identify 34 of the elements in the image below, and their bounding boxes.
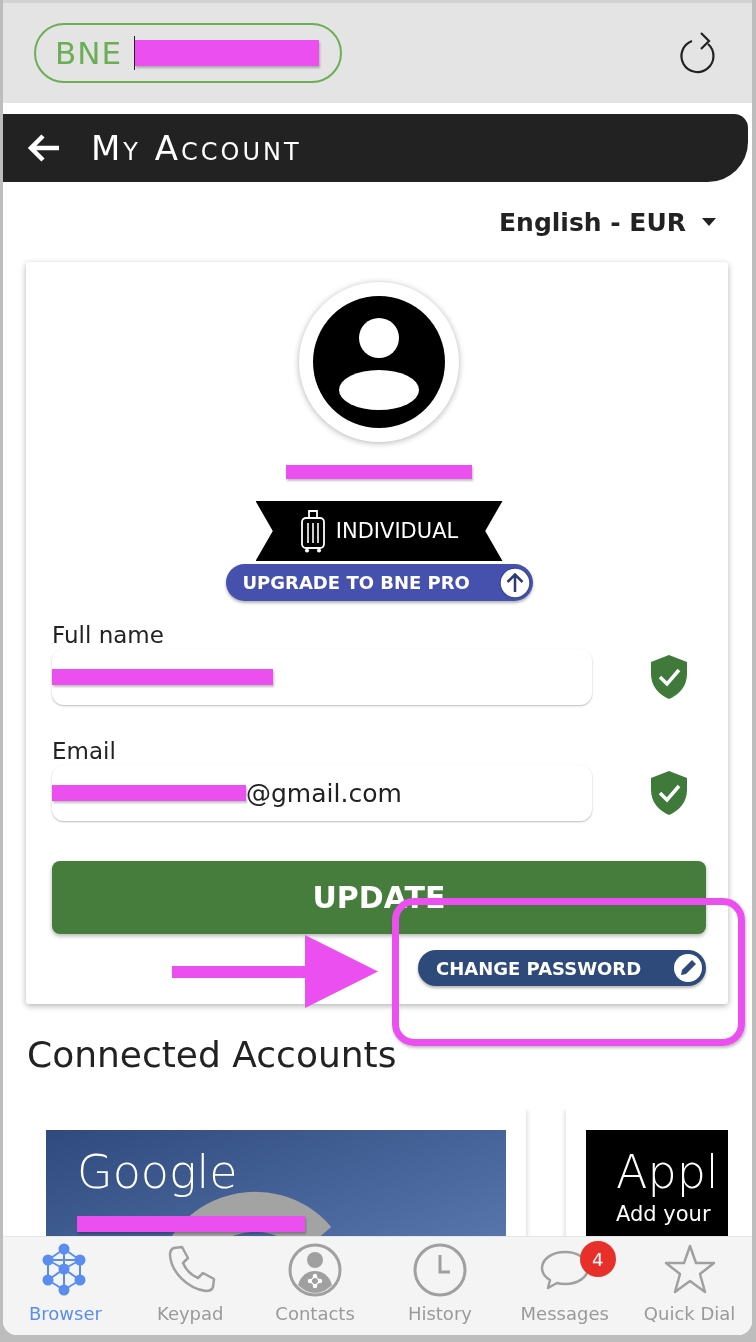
tab-button[interactable]: Keypad bbox=[127, 1237, 253, 1335]
tab-button[interactable]: Contacts bbox=[252, 1237, 378, 1335]
arrow-up-icon bbox=[498, 566, 531, 599]
refresh-icon[interactable] bbox=[678, 30, 718, 76]
change-password-button[interactable]: CHANGE PASSWORD bbox=[418, 950, 706, 986]
caret-icon bbox=[702, 218, 716, 226]
field-label: Full name bbox=[52, 621, 165, 649]
page-title: My Account bbox=[91, 128, 302, 168]
suitcase-icon bbox=[299, 509, 326, 553]
connected-account-card[interactable]: Appl Add your bbox=[566, 1109, 728, 1236]
tab-button[interactable]: Quick Dial bbox=[627, 1237, 752, 1335]
phone-icon bbox=[169, 1245, 216, 1293]
network-icon bbox=[42, 1243, 86, 1296]
connected-account-card[interactable]: Google bbox=[26, 1109, 526, 1236]
clock-icon bbox=[413, 1243, 467, 1297]
text-cursor-icon bbox=[134, 36, 136, 70]
notification-badge: 4 bbox=[579, 1241, 616, 1277]
account-name: Google bbox=[77, 1144, 239, 1200]
brand-label: BNE bbox=[55, 35, 123, 71]
field-label: Email bbox=[52, 737, 117, 765]
account-name: Appl bbox=[616, 1144, 720, 1200]
section-heading: Connected Accounts bbox=[27, 1033, 398, 1077]
back-arrow-icon[interactable] bbox=[27, 133, 61, 163]
tab-button[interactable]: 4 Messages bbox=[502, 1237, 628, 1335]
tab-button[interactable]: History bbox=[377, 1237, 503, 1335]
upgrade-button[interactable]: UPGRADE TO BNE PRO bbox=[225, 564, 533, 601]
pencil-icon bbox=[673, 953, 703, 983]
tab-button[interactable]: Browser bbox=[3, 1237, 128, 1335]
text-field[interactable]: @gmail.com bbox=[52, 765, 592, 821]
account-subtitle: Add your bbox=[616, 1201, 712, 1228]
language-select[interactable]: English - EUR bbox=[499, 207, 716, 237]
contact-icon bbox=[288, 1243, 342, 1297]
star-icon bbox=[664, 1244, 715, 1294]
plan-label: INDIVIDUAL bbox=[335, 519, 459, 543]
